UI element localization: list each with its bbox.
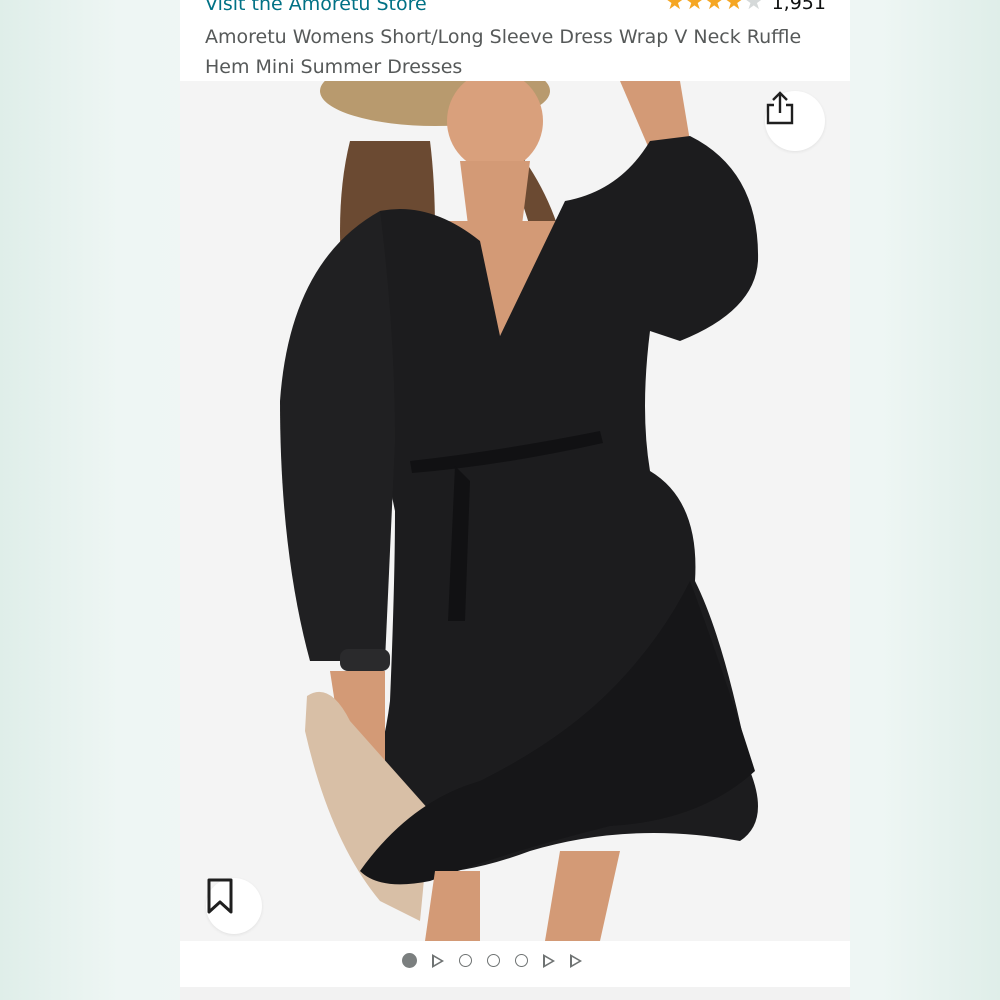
store-link[interactable]: Visit the Amoretu Store	[205, 0, 427, 15]
rating-stars: ★ ★ ★ ★ ★	[665, 0, 764, 14]
star-icon: ★	[724, 0, 744, 15]
product-title: Amoretu Womens Short/Long Sleeve Dress W…	[205, 26, 802, 78]
star-icon: ★	[664, 0, 685, 15]
product-image[interactable]	[180, 81, 850, 941]
share-icon	[766, 91, 794, 125]
indicator-video-icon[interactable]	[432, 953, 444, 968]
divider	[180, 987, 850, 1000]
product-photo	[280, 81, 759, 941]
rating[interactable]: ★ ★ ★ ★ ★ 1,951	[665, 0, 826, 14]
star-empty-icon: ★	[743, 0, 764, 15]
share-button[interactable]	[765, 91, 825, 151]
indicator-image[interactable]	[487, 954, 500, 967]
indicator-image-active[interactable]	[402, 953, 417, 968]
indicator-video-icon[interactable]	[543, 953, 555, 968]
bookmark-icon	[207, 878, 233, 914]
indicator-image[interactable]	[515, 954, 528, 967]
indicator-image[interactable]	[459, 954, 472, 967]
product-panel: Visit the Amoretu Store ★ ★ ★ ★ ★ 1,951 …	[180, 0, 850, 1000]
gallery-indicators	[402, 953, 582, 968]
indicator-video-icon[interactable]	[570, 953, 582, 968]
star-icon: ★	[704, 0, 725, 15]
save-button[interactable]	[206, 878, 262, 934]
star-icon: ★	[684, 0, 705, 15]
rating-count[interactable]: 1,951	[772, 0, 826, 14]
